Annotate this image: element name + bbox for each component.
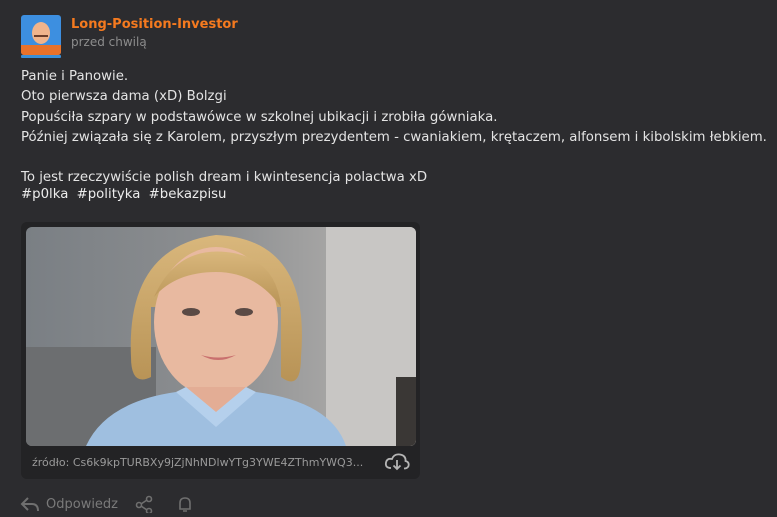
- reply-icon[interactable]: [20, 495, 40, 517]
- tag-link[interactable]: #bekazpisu: [149, 187, 227, 202]
- post-line: Panie i Panowie.: [21, 69, 129, 84]
- tag-link[interactable]: #p0lka: [21, 187, 68, 202]
- post-line: Popuściła szpary w podstawówce w szkolne…: [21, 109, 498, 125]
- reply-button[interactable]: Odpowiedz: [46, 497, 118, 512]
- tag-list: #p0lka #polityka #bekazpisu: [21, 185, 231, 205]
- avatar[interactable]: [21, 15, 61, 55]
- post: Long-Position-Investor przed chwilą Pani…: [0, 0, 777, 515]
- post-line: Oto pierwsza dama (xD) Bolzgi: [21, 89, 227, 105]
- author-name[interactable]: Long-Position-Investor: [71, 17, 238, 32]
- photo: [26, 227, 416, 446]
- post-line: Później związała się z Karolem, przyszły…: [21, 129, 767, 145]
- tag-link[interactable]: #polityka: [77, 187, 141, 202]
- avatar-image: [21, 15, 61, 55]
- post-body: Panie i Panowie. Oto pierwsza dama (xD) …: [21, 67, 767, 189]
- avatar-underline: [21, 55, 61, 58]
- embed-card: źródło: Cs6k9kpTURBXy9jZjNhNDlwYTg3YWE4Z…: [21, 222, 420, 479]
- bell-icon[interactable]: [175, 495, 195, 517]
- embed-image[interactable]: [26, 227, 416, 446]
- post-time[interactable]: przed chwilą: [71, 35, 147, 49]
- share-icon[interactable]: [134, 495, 154, 517]
- source-link[interactable]: źródło: Cs6k9kpTURBXy9jZjNhNDlwYTg3YWE4Z…: [32, 456, 363, 469]
- cloud-download-icon[interactable]: [384, 452, 410, 472]
- post-line-blank: [21, 148, 767, 168]
